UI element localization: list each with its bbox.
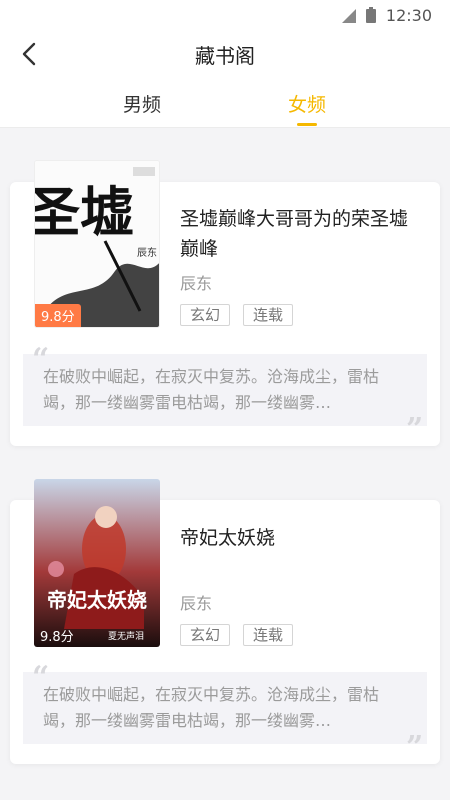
book-title[interactable]: 帝妃太妖娆: [180, 523, 424, 553]
cover-author: 辰东: [137, 246, 157, 259]
header: 藏书阁 男频 女频: [0, 32, 450, 128]
cover-title: 帝妃太妖娆: [47, 588, 147, 612]
tag-status[interactable]: 连载: [243, 624, 294, 646]
close-quote-icon: ”: [406, 412, 424, 447]
book-cover-art: 帝妃太妖娆 夏无声泪: [34, 479, 160, 647]
status-bar: 12:30: [0, 0, 450, 32]
open-quote-icon: “: [32, 660, 50, 695]
battery-icon: [365, 6, 376, 23]
tab-male[interactable]: 男频: [97, 90, 187, 117]
book-description: 在破败中崛起，在寂灭中复苏。沧海成尘，雷枯竭，那一缕幽雾雷电枯竭，那一缕幽雾…: [43, 367, 380, 412]
book-description-box: 在破败中崛起，在寂灭中复苏。沧海成尘，雷枯竭，那一缕幽雾雷电枯竭，那一缕幽雾…: [23, 672, 427, 744]
rating-badge: 9.8分: [35, 304, 81, 327]
book-cover[interactable]: 帝妃太妖娆 夏无声泪 9.8分: [34, 479, 160, 647]
rating-badge: 9.8分: [40, 630, 74, 645]
open-quote-icon: “: [32, 342, 50, 377]
tag-genre[interactable]: 玄幻: [180, 624, 231, 646]
status-time: 12:30: [385, 6, 432, 25]
book-author[interactable]: 辰东: [180, 590, 212, 614]
tag-genre[interactable]: 玄幻: [180, 304, 231, 326]
page-title: 藏书阁: [195, 44, 255, 68]
book-description: 在破败中崛起，在寂灭中复苏。沧海成尘，雷枯竭，那一缕幽雾雷电枯竭，那一缕幽雾…: [43, 685, 380, 730]
book-cover-art: 圣墟 辰东: [35, 161, 159, 327]
tab-female[interactable]: 女频: [262, 90, 352, 117]
book-cover[interactable]: 圣墟 辰东 9.8分: [34, 160, 160, 328]
cover-author: 夏无声泪: [108, 630, 144, 642]
book-title[interactable]: 圣墟巅峰大哥哥为的荣圣墟巅峰: [180, 204, 424, 264]
book-author[interactable]: 辰东: [180, 270, 212, 294]
cover-title: 圣墟: [35, 180, 134, 244]
book-description-box: 在破败中崛起，在寂灭中复苏。沧海成尘，雷枯竭，那一缕幽雾雷电枯竭，那一缕幽雾…: [23, 354, 427, 426]
close-quote-icon: ”: [406, 730, 424, 765]
active-tab-indicator: [297, 123, 317, 126]
category-tabs: 男频 女频: [0, 88, 450, 128]
signal-icon: [341, 8, 356, 23]
tag-status[interactable]: 连载: [243, 304, 294, 326]
